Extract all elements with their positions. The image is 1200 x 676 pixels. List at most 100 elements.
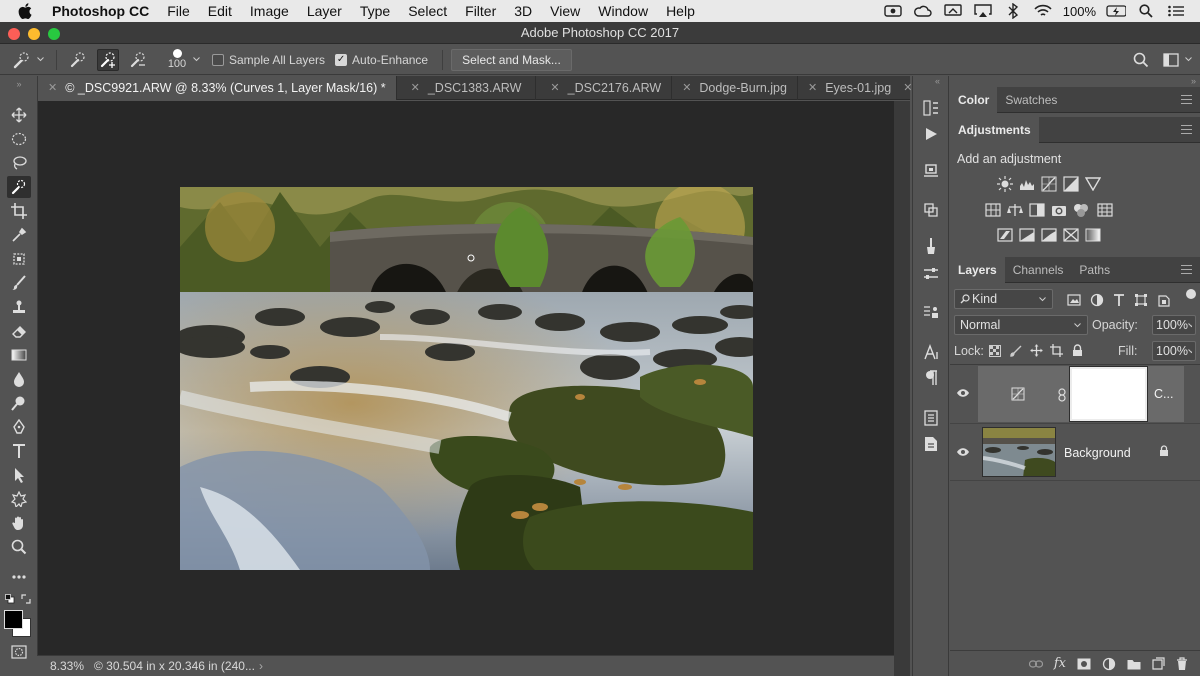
- zoom-tool-icon[interactable]: [7, 536, 31, 558]
- layer-mask-thumbnail[interactable]: [1069, 366, 1148, 422]
- layer-row-curves[interactable]: C...: [950, 365, 1200, 423]
- default-colors-icon[interactable]: [5, 594, 15, 604]
- brush-presets-icon[interactable]: [920, 236, 942, 256]
- paragraph-panel-icon[interactable]: [920, 368, 942, 388]
- close-icon[interactable]: ✕: [550, 81, 559, 94]
- collapse-panels-icon[interactable]: «: [935, 76, 940, 86]
- layer-style-fx-icon[interactable]: fx: [1054, 656, 1066, 671]
- threshold-icon[interactable]: [1040, 227, 1057, 242]
- tab-color[interactable]: Color: [950, 86, 998, 113]
- posterize-icon[interactable]: [1018, 227, 1035, 242]
- lock-all-icon[interactable]: [1069, 343, 1086, 358]
- bluetooth-icon[interactable]: [1003, 3, 1023, 19]
- menu-edit[interactable]: Edit: [199, 0, 241, 22]
- eraser-tool-icon[interactable]: [7, 320, 31, 342]
- move-tool-icon[interactable]: [7, 104, 31, 126]
- history-panel-icon[interactable]: [920, 98, 942, 118]
- color-lookup-icon[interactable]: [1096, 202, 1113, 217]
- brush-size-picker[interactable]: 100: [165, 49, 189, 70]
- crop-tool-icon[interactable]: [7, 200, 31, 222]
- filter-type-layers-icon[interactable]: [1110, 292, 1127, 307]
- libraries-panel-icon[interactable]: [920, 200, 942, 220]
- lasso-tool-icon[interactable]: [7, 152, 31, 174]
- path-selection-tool-icon[interactable]: [7, 464, 31, 486]
- channel-mixer-icon[interactable]: [1072, 202, 1089, 217]
- quick-mask-icon[interactable]: [7, 644, 31, 660]
- menu-file[interactable]: File: [158, 0, 199, 22]
- visibility-eye-icon[interactable]: [956, 388, 972, 400]
- sample-all-layers-checkbox[interactable]: Sample All Layers: [212, 53, 325, 67]
- foreground-color-swatch[interactable]: [4, 610, 23, 629]
- blur-tool-icon[interactable]: [7, 368, 31, 390]
- zoom-level[interactable]: 8.33%: [38, 659, 94, 673]
- workspace-switcher[interactable]: [1163, 52, 1192, 67]
- invert-icon[interactable]: [996, 227, 1013, 242]
- character-panel-icon[interactable]: [920, 342, 942, 362]
- color-balance-icon[interactable]: [1006, 202, 1023, 217]
- type-tool-icon[interactable]: [7, 440, 31, 462]
- layer-lock-icon[interactable]: [1159, 445, 1169, 457]
- layer-name[interactable]: C...: [1154, 387, 1173, 401]
- lock-artboard-icon[interactable]: [1048, 343, 1065, 358]
- close-icon[interactable]: ✕: [808, 81, 817, 94]
- panel-menu-icon[interactable]: [1181, 95, 1192, 104]
- 3d-panel-icon[interactable]: [920, 160, 942, 180]
- battery-icon[interactable]: [1106, 3, 1126, 19]
- notification-center-icon[interactable]: [1166, 3, 1186, 19]
- tab-paths[interactable]: Paths: [1071, 257, 1118, 283]
- tab-eyes-01[interactable]: ✕ Eyes-01.jpg ✕: [798, 76, 922, 100]
- edit-toolbar-icon[interactable]: [7, 566, 31, 588]
- document-image[interactable]: [180, 187, 753, 570]
- add-to-selection-button[interactable]: [97, 48, 119, 71]
- lock-image-pixels-icon[interactable]: [1007, 343, 1024, 358]
- new-group-icon[interactable]: [1127, 658, 1141, 670]
- lock-position-icon[interactable]: [1028, 343, 1045, 358]
- custom-shape-tool-icon[interactable]: [7, 488, 31, 510]
- auto-enhance-checkbox[interactable]: ✓ Auto-Enhance: [335, 53, 428, 67]
- layer-row-background[interactable]: Background: [950, 423, 1200, 481]
- airplay-icon[interactable]: [973, 3, 993, 19]
- spotlight-search-icon[interactable]: [1136, 3, 1156, 19]
- levels-icon[interactable]: [1018, 176, 1035, 191]
- menu-window[interactable]: Window: [589, 0, 657, 22]
- vertical-scrollbar[interactable]: [894, 101, 910, 676]
- dodge-tool-icon[interactable]: [7, 392, 31, 414]
- vibrance-icon[interactable]: [1084, 176, 1101, 191]
- close-icon[interactable]: ✕: [682, 81, 691, 94]
- blend-mode-select[interactable]: Normal: [954, 315, 1088, 335]
- collapse-toolbar-icon[interactable]: »: [7, 79, 31, 89]
- photo-filter-icon[interactable]: [1050, 202, 1067, 217]
- search-icon[interactable]: [1133, 52, 1149, 68]
- menu-view[interactable]: View: [541, 0, 589, 22]
- eyedropper-tool-icon[interactable]: [7, 224, 31, 246]
- tab-dsc2176[interactable]: ✕ _DSC2176.ARW: [536, 75, 673, 100]
- tab-layers[interactable]: Layers: [950, 256, 1005, 283]
- fill-field[interactable]: 100%: [1152, 341, 1196, 361]
- tab-dsc1383[interactable]: ✕ _DSC1383.ARW: [397, 75, 537, 100]
- black-white-icon[interactable]: [1028, 202, 1045, 217]
- apple-menu-icon[interactable]: [0, 3, 50, 19]
- brush-tool-icon[interactable]: [7, 272, 31, 294]
- sample-all-layers-box[interactable]: [212, 53, 224, 66]
- layer-filter-kind-select[interactable]: Kind: [954, 289, 1053, 309]
- gradient-map-icon[interactable]: [1084, 227, 1101, 242]
- subtract-from-selection-button[interactable]: [127, 49, 149, 71]
- properties-sliders-icon[interactable]: [920, 264, 942, 284]
- visibility-eye-icon[interactable]: [956, 447, 972, 459]
- tab-swatches[interactable]: Swatches: [997, 87, 1065, 113]
- tab-dsc9921[interactable]: ✕ © _DSC9921.ARW @ 8.33% (Curves 1, Layer…: [38, 75, 397, 100]
- notes-panel-icon[interactable]: [920, 408, 942, 428]
- chevron-right-icon[interactable]: ›: [259, 659, 263, 673]
- close-icon[interactable]: ✕: [411, 81, 420, 94]
- collapse-right-panels-icon[interactable]: »: [1191, 76, 1196, 86]
- wifi-icon[interactable]: [1033, 3, 1053, 19]
- filter-pixel-layers-icon[interactable]: [1065, 292, 1082, 307]
- cast-icon[interactable]: [943, 3, 963, 19]
- delete-layer-icon[interactable]: [1176, 656, 1188, 671]
- auto-enhance-box[interactable]: ✓: [335, 53, 348, 66]
- pen-tool-icon[interactable]: [7, 416, 31, 438]
- hue-saturation-icon[interactable]: [984, 202, 1001, 217]
- menu-filter[interactable]: Filter: [456, 0, 505, 22]
- filter-toggle-switch[interactable]: [1186, 289, 1196, 299]
- new-layer-icon[interactable]: [1152, 657, 1165, 670]
